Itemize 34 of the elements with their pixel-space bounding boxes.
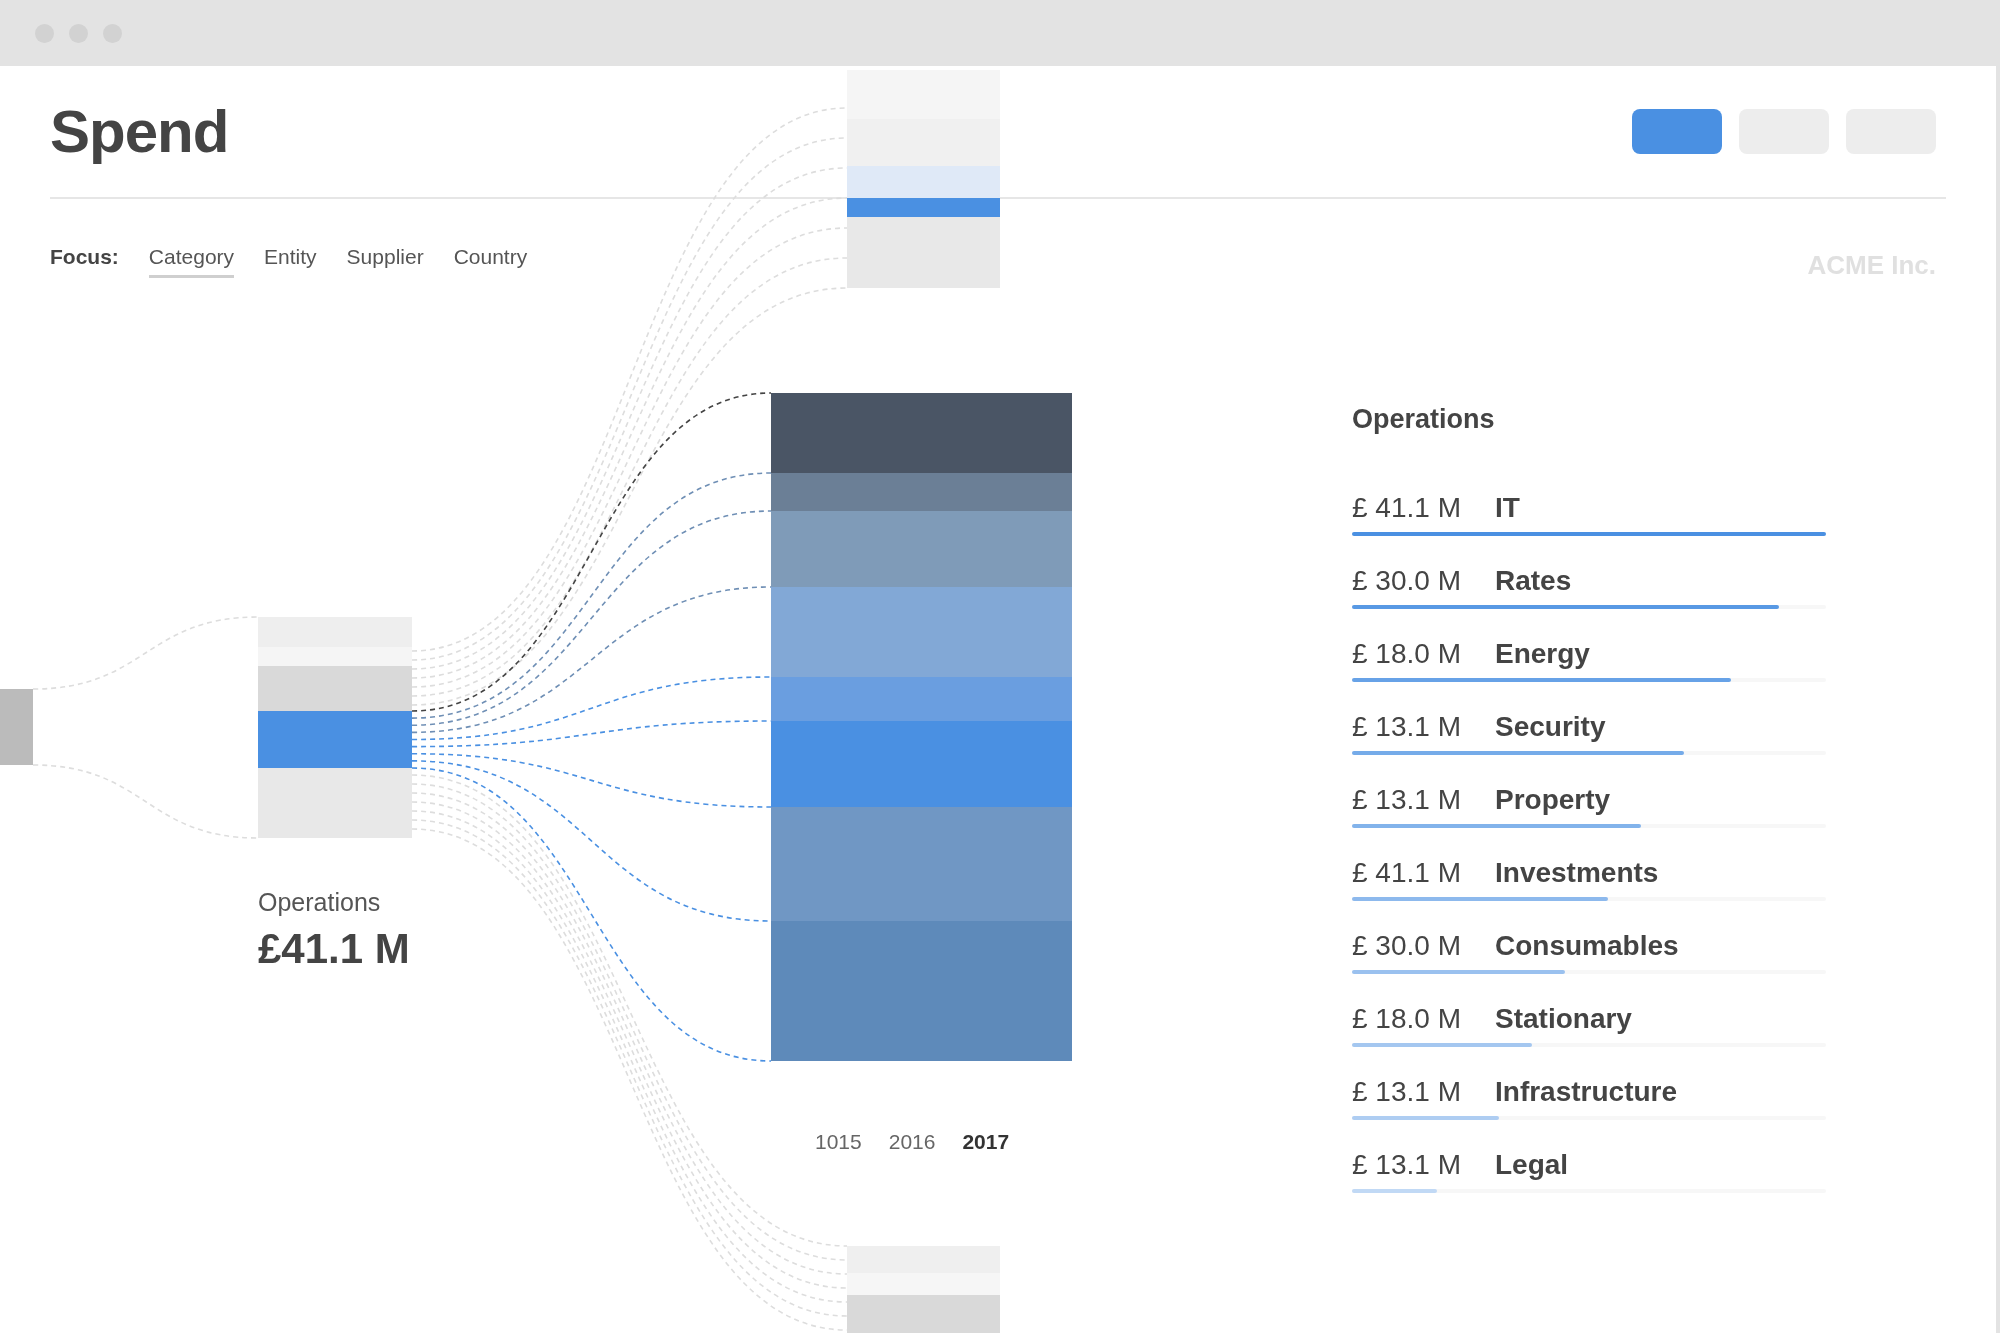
amount-text: £ 13.1 M bbox=[1352, 711, 1462, 743]
category-name: Investments bbox=[1495, 857, 1659, 889]
breakdown-title: Operations bbox=[1352, 404, 1496, 435]
focus-tab[interactable]: Category bbox=[148, 244, 235, 278]
node-label: Operations bbox=[258, 888, 381, 917]
category-name: Consumables bbox=[1495, 930, 1679, 962]
category-name: Security bbox=[1495, 711, 1606, 743]
amount-text: £ 41.1 M bbox=[1352, 492, 1462, 524]
toggle-button[interactable] bbox=[1632, 109, 1722, 154]
focus-label: Focus: bbox=[50, 244, 119, 269]
focus-tab[interactable]: Entity bbox=[264, 244, 317, 278]
amount-text: £ 30.0 M bbox=[1352, 565, 1462, 597]
page-title: Spend bbox=[50, 97, 229, 166]
category-name: Property bbox=[1495, 784, 1611, 816]
amount-text: £ 13.1 M bbox=[1352, 1149, 1462, 1181]
amount-text: £ 30.0 M bbox=[1352, 930, 1462, 962]
category-name: IT bbox=[1495, 492, 1520, 524]
side-handle[interactable] bbox=[0, 689, 33, 765]
year-tab[interactable]: 2017 bbox=[962, 1130, 1010, 1154]
category-name: Energy bbox=[1495, 638, 1590, 670]
focus-tab[interactable]: Country bbox=[453, 244, 528, 278]
amount-text: £ 41.1 M bbox=[1352, 857, 1462, 889]
focus-tab[interactable]: Supplier bbox=[346, 244, 424, 278]
year-tab[interactable]: 1015 bbox=[815, 1130, 862, 1154]
amount-text: £ 18.0 M bbox=[1352, 1003, 1462, 1035]
amount-text: £ 18.0 M bbox=[1352, 638, 1462, 670]
amount-text: £ 13.1 M bbox=[1352, 1076, 1462, 1108]
category-name: Infrastructure bbox=[1495, 1076, 1678, 1108]
category-name: Legal bbox=[1495, 1149, 1569, 1181]
category-name: Rates bbox=[1495, 565, 1572, 597]
year-tab[interactable]: 2016 bbox=[888, 1130, 936, 1154]
amount-text: £ 13.1 M bbox=[1352, 784, 1462, 816]
node-amount: £41.1 M bbox=[258, 925, 410, 973]
category-name: Stationary bbox=[1495, 1003, 1632, 1035]
